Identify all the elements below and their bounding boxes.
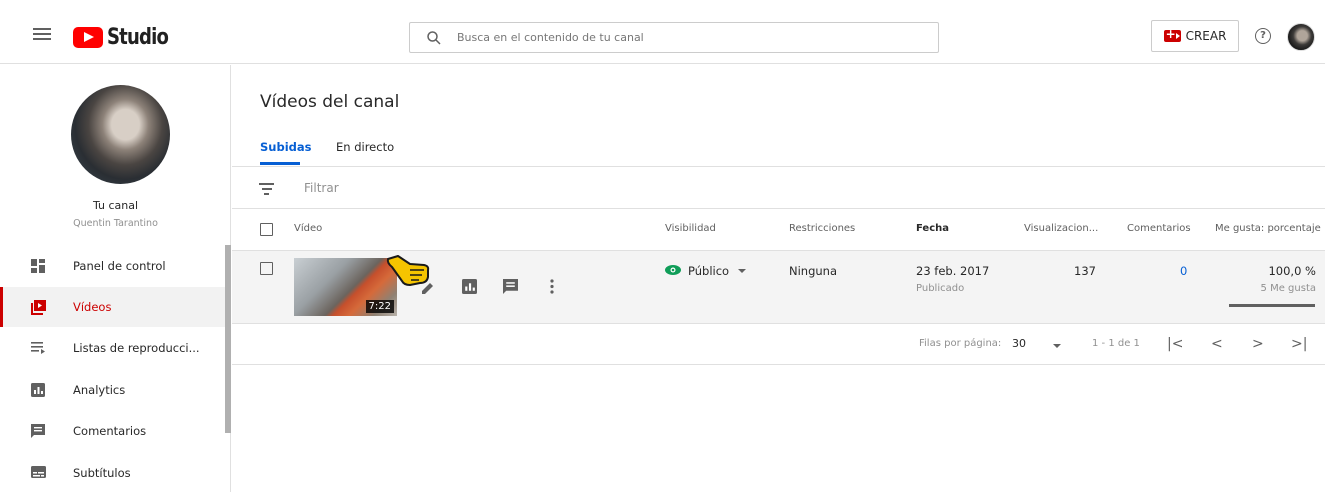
sidebar-item-playlists[interactable]: Listas de reproducci... <box>0 328 225 368</box>
menu-icon[interactable] <box>33 28 51 40</box>
filter-input[interactable]: Filtrar <box>304 181 339 195</box>
likes-count: 5 Me gusta <box>1260 283 1316 294</box>
create-video-icon <box>1163 27 1181 42</box>
sidebar-item-label: Analytics <box>73 383 126 397</box>
column-header-date[interactable]: Fecha <box>916 223 949 234</box>
visibility-value[interactable]: Público <box>688 264 729 278</box>
channel-avatar[interactable] <box>71 85 170 184</box>
analytics-icon[interactable] <box>462 279 477 298</box>
logo-text: Studio <box>107 25 169 50</box>
sidebar-item-analytics[interactable]: Analytics <box>0 370 225 410</box>
column-header-comments[interactable]: Comentarios <box>1127 223 1191 234</box>
sidebar-item-subtitles[interactable]: Subtítulos <box>0 453 225 492</box>
sidebar-item-label: Listas de reproducci... <box>73 341 200 355</box>
restrictions-value: Ninguna <box>789 264 838 278</box>
channel-owner: Quentin Tarantino <box>73 218 158 229</box>
subtitles-icon <box>31 466 46 480</box>
filter-icon[interactable] <box>259 183 274 198</box>
more-options-icon[interactable] <box>550 279 554 298</box>
last-page-icon[interactable]: >| <box>1291 336 1307 352</box>
playlists-icon <box>31 341 46 355</box>
row-checkbox[interactable] <box>260 262 273 275</box>
sidebar-item-comments[interactable]: Comentarios <box>0 411 225 451</box>
column-header-visibility[interactable]: Visibilidad <box>665 223 716 234</box>
search-icon[interactable] <box>427 30 441 45</box>
videos-icon <box>31 300 46 315</box>
divider <box>232 166 1325 167</box>
comments-count-link[interactable]: 0 <box>1180 264 1187 278</box>
youtube-logo-icon <box>73 27 103 48</box>
sidebar-item-label: Vídeos <box>73 300 112 314</box>
dashboard-icon <box>31 259 46 273</box>
help-icon[interactable]: ? <box>1255 28 1271 44</box>
divider <box>232 208 1325 209</box>
comments-icon[interactable] <box>503 279 518 298</box>
channel-name: Tu canal <box>92 199 139 212</box>
top-bar: Studio CREAR ? <box>0 0 1325 64</box>
rows-per-page-select[interactable]: 30 <box>1012 337 1026 350</box>
date-value: 23 feb. 2017 <box>916 264 990 278</box>
next-page-icon[interactable]: > <box>1252 336 1264 352</box>
sidebar-item-label: Comentarios <box>73 424 147 438</box>
pagination-range: 1 - 1 de 1 <box>1092 338 1140 349</box>
visibility-eye-icon <box>665 264 681 275</box>
views-value: 137 <box>1074 264 1096 278</box>
create-button[interactable]: CREAR <box>1151 20 1239 52</box>
sidebar: Tu canal Quentin Tarantino Panel de cont… <box>0 65 231 492</box>
search-bar[interactable] <box>409 22 939 53</box>
sidebar-item-label: Subtítulos <box>73 466 131 480</box>
search-input[interactable] <box>457 31 897 44</box>
column-header-video[interactable]: Vídeo <box>294 223 322 234</box>
video-thumbnail[interactable]: 7:22 <box>294 258 397 316</box>
comments-icon <box>31 424 46 438</box>
studio-logo[interactable]: Studio <box>73 25 181 50</box>
first-page-icon[interactable]: |< <box>1167 336 1183 352</box>
sidebar-item-dashboard[interactable]: Panel de control <box>0 246 225 286</box>
column-header-restrictions[interactable]: Restricciones <box>789 223 855 234</box>
sidebar-item-label: Panel de control <box>73 259 166 273</box>
video-duration: 7:22 <box>365 300 394 313</box>
sidebar-scrollbar[interactable] <box>225 245 231 433</box>
column-header-views[interactable]: Visualizacion... <box>1024 223 1098 234</box>
rows-per-page-dropdown-icon[interactable] <box>1053 344 1061 348</box>
tab-en-directo[interactable]: En directo <box>336 140 394 154</box>
tab-subidas[interactable]: Subidas <box>260 140 311 154</box>
likes-percentage: 100,0 % <box>1268 264 1316 278</box>
active-tab-indicator <box>260 162 300 165</box>
likes-ratio-bar <box>1229 304 1315 307</box>
sidebar-item-videos[interactable]: Vídeos <box>0 287 225 327</box>
account-avatar[interactable] <box>1287 23 1315 51</box>
divider <box>232 364 1325 365</box>
date-status: Publicado <box>916 283 965 294</box>
visibility-dropdown-icon[interactable] <box>738 269 746 273</box>
previous-page-icon[interactable]: < <box>1211 336 1223 352</box>
create-label: CREAR <box>1185 29 1227 43</box>
analytics-icon <box>31 383 46 397</box>
column-header-likes[interactable]: Me gusta: porcentaje <box>1215 223 1321 234</box>
pointing-hand-icon <box>384 253 432 289</box>
page-title: Vídeos del canal <box>260 92 400 112</box>
select-all-checkbox[interactable] <box>260 223 273 236</box>
divider <box>232 323 1325 324</box>
rows-per-page-label: Filas por página: <box>919 338 1002 349</box>
